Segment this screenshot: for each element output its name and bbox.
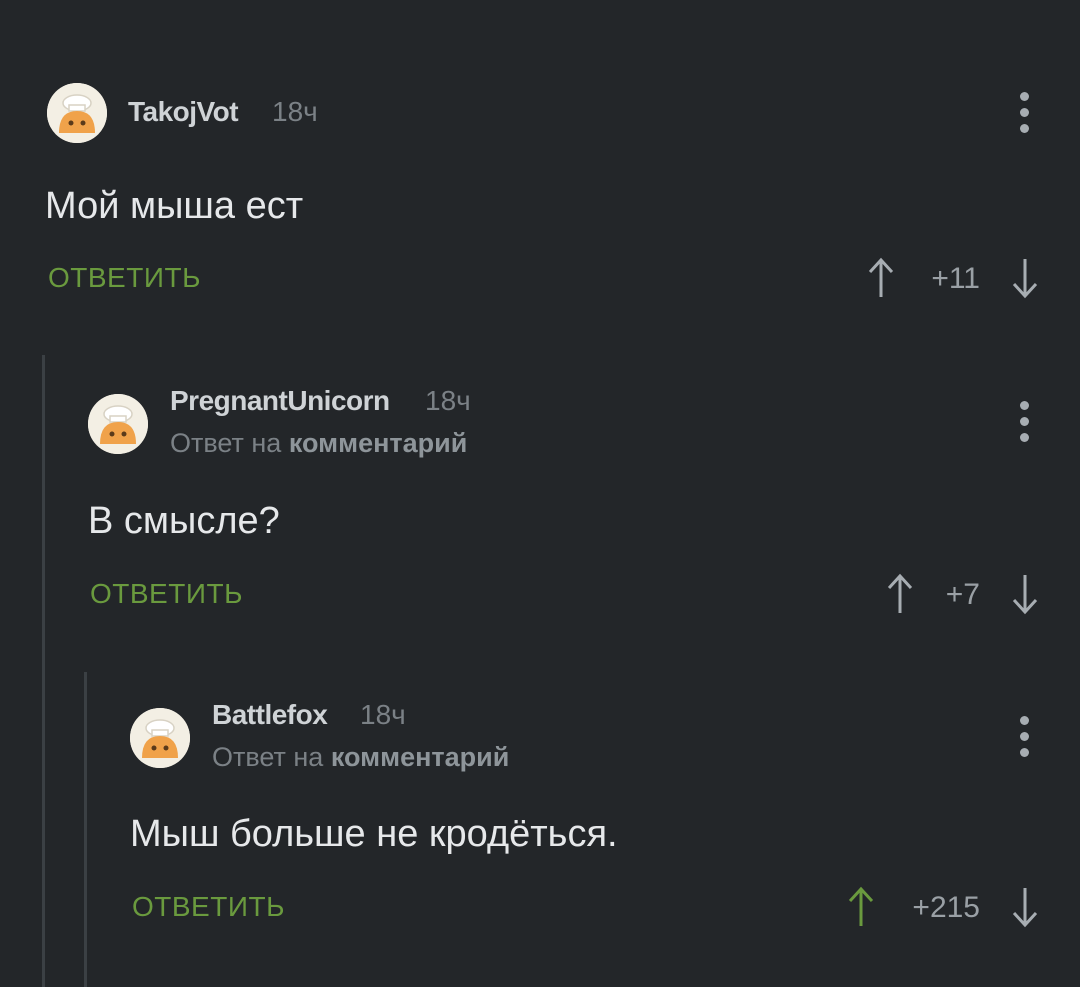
avatar[interactable] bbox=[130, 708, 190, 768]
more-vertical-icon[interactable] bbox=[1010, 712, 1040, 762]
avatar[interactable] bbox=[47, 83, 107, 143]
reply-to-link[interactable]: комментарий bbox=[289, 428, 468, 458]
thread-line-level-1 bbox=[42, 355, 45, 987]
downvote-arrow-icon[interactable] bbox=[1010, 571, 1040, 617]
avatar[interactable] bbox=[88, 394, 148, 454]
vote-score: +7 bbox=[945, 578, 980, 611]
comment-text: В смысле? bbox=[88, 500, 280, 542]
reply-button[interactable]: ОТВЕТИТЬ bbox=[90, 578, 243, 610]
author-name[interactable]: PregnantUnicorn bbox=[170, 385, 390, 417]
upvote-arrow-icon[interactable] bbox=[846, 884, 876, 930]
author-name[interactable]: TakojVot bbox=[128, 96, 239, 128]
chef-avatar-icon bbox=[130, 708, 190, 768]
downvote-arrow-icon[interactable] bbox=[1010, 255, 1040, 301]
more-vertical-icon[interactable] bbox=[1010, 397, 1040, 447]
downvote-arrow-icon[interactable] bbox=[1010, 884, 1040, 930]
reply-to-label: Ответ на комментарий bbox=[170, 428, 467, 459]
comment-time: 18ч bbox=[272, 96, 318, 127]
reply-to-prefix: Ответ на bbox=[170, 428, 282, 458]
reply-to-label: Ответ на комментарий bbox=[212, 742, 509, 773]
author-name[interactable]: Battlefox bbox=[212, 699, 328, 731]
reply-button[interactable]: ОТВЕТИТЬ bbox=[48, 262, 201, 294]
upvote-arrow-icon[interactable] bbox=[866, 255, 896, 301]
reply-to-link[interactable]: комментарий bbox=[331, 742, 510, 772]
vote-score: +215 bbox=[912, 891, 980, 924]
comment-text: Мой мыша ест bbox=[45, 185, 304, 227]
chef-avatar-icon bbox=[88, 394, 148, 454]
comment-time: 18ч bbox=[425, 385, 471, 416]
reply-button[interactable]: ОТВЕТИТЬ bbox=[132, 891, 285, 923]
reply-to-prefix: Ответ на bbox=[212, 742, 324, 772]
comment-text: Мыш больше не кродёться. bbox=[130, 813, 618, 855]
thread-line-level-2 bbox=[84, 672, 87, 987]
vote-score: +11 bbox=[931, 262, 980, 295]
more-vertical-icon[interactable] bbox=[1010, 88, 1040, 138]
chef-avatar-icon bbox=[47, 83, 107, 143]
comment-time: 18ч bbox=[360, 699, 406, 730]
